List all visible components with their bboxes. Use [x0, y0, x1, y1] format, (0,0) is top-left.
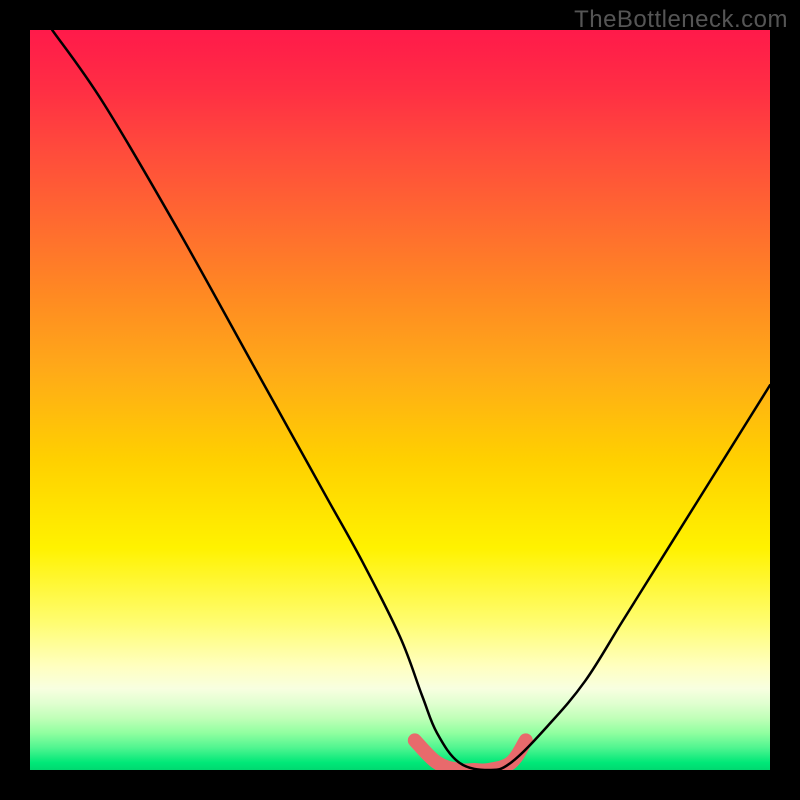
watermark-text: TheBottleneck.com [574, 6, 788, 34]
plot-area [30, 30, 770, 770]
bottleneck-curve [52, 30, 770, 770]
optimal-zone-highlight [415, 740, 526, 770]
chart-svg [30, 30, 770, 770]
chart-frame: TheBottleneck.com [0, 0, 800, 800]
